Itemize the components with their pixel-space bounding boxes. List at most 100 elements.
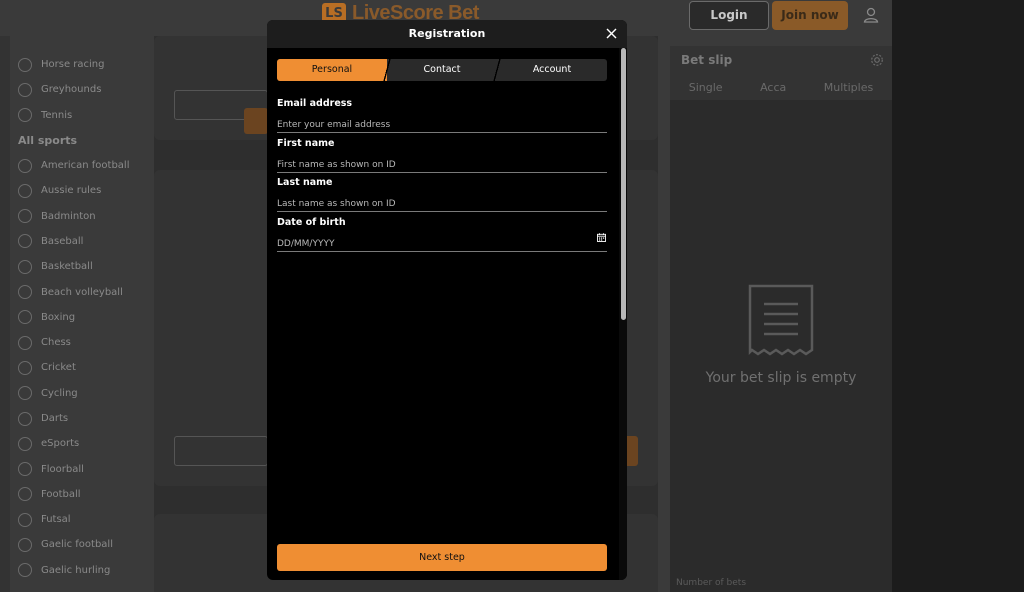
- user-icon[interactable]: [862, 6, 880, 24]
- dob-input-row: [277, 231, 607, 253]
- boxing-icon: [18, 310, 32, 325]
- first-name-label: First name: [277, 137, 335, 149]
- receipt-icon: [748, 284, 814, 356]
- sidebar-item-label: Darts: [41, 413, 69, 424]
- sidebar-item-cycling[interactable]: Cycling: [10, 381, 150, 406]
- sidebar-item-label: Horse racing: [41, 59, 105, 71]
- sidebar-item-label: Gaelic hurling: [41, 564, 111, 576]
- registration-modal: Registration Personal Contact Account Em…: [267, 20, 627, 580]
- floorball-icon: [18, 462, 32, 477]
- bet-slip-empty-state: Your bet slip is empty: [670, 284, 892, 386]
- email-label: Email address: [277, 98, 353, 109]
- sidebar-top-spacer: [10, 36, 150, 52]
- sidebar-item-label: Football: [41, 488, 81, 500]
- sidebar-item-tennis[interactable]: Tennis: [10, 103, 150, 128]
- sidebar-item-darts[interactable]: Darts: [10, 406, 150, 431]
- modal-scrollbar[interactable]: [619, 48, 627, 580]
- offer-card-button: [174, 436, 268, 466]
- number-of-bets-label: Number of bets: [676, 578, 747, 588]
- gaelic-hurling-icon: [18, 563, 32, 578]
- sidebar-item-label: eSports: [41, 438, 80, 450]
- sidebar-item-gaelic-football[interactable]: Gaelic football: [10, 532, 150, 557]
- sidebar-item-beach-volleyball[interactable]: Beach volleyball: [10, 279, 150, 304]
- chess-icon: [18, 335, 32, 350]
- first-name-field-group: First name: [277, 138, 607, 178]
- last-name-field[interactable]: [277, 197, 607, 213]
- sidebar-item-label: Baseball: [41, 235, 84, 247]
- american-football-icon: [18, 158, 32, 173]
- sidebar-item-label: Basketball: [41, 261, 93, 273]
- darts-icon: [18, 411, 32, 426]
- all-sports-heading: All sports: [18, 133, 78, 147]
- bet-slip-tabs: Single Acca Multiples: [670, 74, 892, 100]
- right-gutter: [892, 0, 1024, 592]
- dob-field[interactable]: [277, 237, 607, 253]
- sidebar-item-cricket[interactable]: Cricket: [10, 355, 150, 380]
- tab-single[interactable]: Single: [689, 81, 723, 94]
- login-button[interactable]: Login: [689, 1, 769, 30]
- sidebar-item-label: Gaelic football: [41, 539, 113, 551]
- tab-account[interactable]: Account: [497, 59, 607, 81]
- horse-racing-icon: [18, 57, 32, 72]
- baseball-icon: [18, 234, 32, 249]
- tennis-icon: [18, 108, 32, 123]
- bet-slip-empty-text: Your bet slip is empty: [705, 370, 857, 386]
- last-name-label: Last name: [277, 177, 333, 189]
- sidebar-item-futsal[interactable]: Futsal: [10, 507, 150, 532]
- next-step-button[interactable]: Next step: [277, 544, 607, 571]
- sidebar-item-label: Chess: [41, 337, 71, 349]
- tab-personal[interactable]: Personal: [277, 59, 391, 81]
- sidebar-item-chess[interactable]: Chess: [10, 330, 150, 355]
- sidebar-item-badminton[interactable]: Badminton: [10, 203, 150, 228]
- email-field[interactable]: [277, 118, 607, 133]
- sidebar-item-esports[interactable]: eSports: [10, 431, 150, 456]
- cycling-icon: [18, 386, 32, 401]
- bet-slip-title: Bet slip: [681, 53, 733, 67]
- sidebar-item-floorball[interactable]: Floorball: [10, 456, 150, 481]
- modal-title: Registration: [408, 27, 486, 40]
- sports-sidebar: Horse racing Greyhounds Tennis All sport…: [10, 36, 150, 592]
- sidebar-item-american-football[interactable]: American football: [10, 153, 150, 178]
- tab-multiples[interactable]: Multiples: [824, 81, 873, 94]
- sidebar-item-greyhounds[interactable]: Greyhounds: [10, 77, 150, 102]
- sidebar-item-football[interactable]: Football: [10, 482, 150, 507]
- join-now-button[interactable]: Join now: [772, 1, 848, 30]
- sidebar-item-label: Cricket: [41, 362, 76, 374]
- scrollbar-thumb[interactable]: [621, 48, 626, 320]
- sidebar-item-baseball[interactable]: Baseball: [10, 229, 150, 254]
- sidebar-item-label: Boxing: [41, 311, 76, 323]
- tab-contact[interactable]: Contact: [387, 59, 501, 81]
- sidebar-item-label: Aussie rules: [41, 185, 102, 197]
- football-icon: [18, 487, 32, 502]
- close-icon[interactable]: [606, 28, 617, 39]
- modal-header: Registration: [267, 20, 627, 48]
- aussie-rules-icon: [18, 183, 32, 198]
- esports-icon: [18, 436, 32, 451]
- dob-field-group: Date of birth: [277, 217, 607, 257]
- sidebar-item-aussie-rules[interactable]: Aussie rules: [10, 178, 150, 203]
- calendar-icon[interactable]: [597, 233, 606, 243]
- personal-details-form: Email address First name Last name Date …: [277, 98, 607, 257]
- promo-card-cta: [244, 108, 268, 134]
- sidebar-item-label: Cycling: [41, 387, 78, 399]
- bet-slip-panel: Bet slip Single Acca Multiples Your bet …: [670, 46, 892, 592]
- sidebar-item-label: Tennis: [41, 109, 73, 121]
- last-name-field-group: Last name: [277, 177, 607, 217]
- left-gutter: [0, 0, 10, 592]
- sidebar-item-horse-racing[interactable]: Horse racing: [10, 52, 150, 77]
- basketball-icon: [18, 259, 32, 274]
- gaelic-football-icon: [18, 537, 32, 552]
- sidebar-item-basketball[interactable]: Basketball: [10, 254, 150, 279]
- first-name-field[interactable]: [277, 157, 607, 173]
- sidebar-item-label: Floorball: [41, 463, 84, 475]
- sidebar-item-gaelic-hurling[interactable]: Gaelic hurling: [10, 558, 150, 583]
- gear-icon[interactable]: [870, 53, 884, 67]
- sidebar-item-label: Badminton: [41, 210, 96, 222]
- sidebar-item-boxing[interactable]: Boxing: [10, 305, 150, 330]
- futsal-icon: [18, 512, 32, 527]
- tab-acca[interactable]: Acca: [760, 81, 786, 94]
- sidebar-item-label: Beach volleyball: [41, 286, 123, 298]
- email-field-group: Email address: [277, 98, 607, 138]
- sidebar-item-label: Futsal: [41, 514, 71, 526]
- beach-volleyball-icon: [18, 285, 32, 300]
